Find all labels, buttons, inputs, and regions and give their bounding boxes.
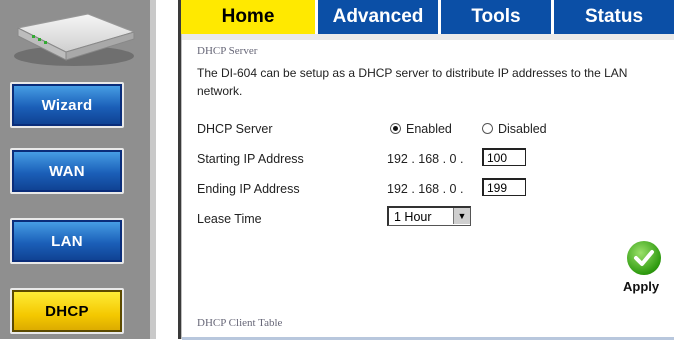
nav-wan-label: WAN xyxy=(49,162,85,180)
left-nav-rail: Wizard WAN LAN DHCP xyxy=(0,0,150,339)
radio-enabled[interactable] xyxy=(390,123,401,135)
router-device-image xyxy=(8,8,138,70)
top-tab-bar: Home Advanced Tools Status xyxy=(181,0,674,34)
nav-dhcp-button[interactable]: DHCP xyxy=(10,288,124,334)
nav-wizard-label: Wizard xyxy=(41,96,93,114)
dhcp-disabled-option[interactable]: Disabled xyxy=(482,122,547,136)
radio-disabled[interactable] xyxy=(482,123,493,135)
dhcp-server-label: DHCP Server xyxy=(197,122,273,136)
starting-ip-input[interactable]: 100 xyxy=(482,148,526,166)
apply-button-label[interactable]: Apply xyxy=(623,279,659,294)
tab-status[interactable]: Status xyxy=(554,0,674,34)
nav-lan-button[interactable]: LAN xyxy=(10,218,124,264)
nav-wizard-button[interactable]: Wizard xyxy=(10,82,124,128)
disabled-label: Disabled xyxy=(498,122,547,136)
nav-dhcp-label: DHCP xyxy=(45,302,89,320)
lease-time-select[interactable]: 1 Hour ▼ xyxy=(387,206,471,226)
section-title: DHCP Server xyxy=(197,45,258,57)
rail-gap xyxy=(156,0,180,339)
ending-ip-prefix: 192 . 168 . 0 . xyxy=(387,182,464,196)
starting-ip-label: Starting IP Address xyxy=(197,152,304,166)
nav-lan-label: LAN xyxy=(51,232,83,250)
tab-home-label: Home xyxy=(221,6,275,27)
tab-tools[interactable]: Tools xyxy=(441,0,551,34)
section-description: The DI-604 can be setup as a DHCP server… xyxy=(197,66,628,98)
lease-time-value: 1 Hour xyxy=(394,210,432,224)
starting-ip-prefix: 192 . 168 . 0 . xyxy=(387,152,464,166)
nav-wan-button[interactable]: WAN xyxy=(10,148,124,194)
panel-top-strip xyxy=(182,34,674,40)
tab-advanced[interactable]: Advanced xyxy=(318,0,438,34)
tab-status-label: Status xyxy=(584,6,644,27)
dhcp-enabled-option[interactable]: Enabled xyxy=(390,122,452,136)
ending-ip-input[interactable]: 199 xyxy=(482,178,526,196)
dhcp-settings-panel: DHCP Server The DI-604 can be setup as a… xyxy=(181,34,674,340)
tab-home[interactable]: Home xyxy=(181,0,315,34)
tab-advanced-label: Advanced xyxy=(332,6,424,27)
apply-check-icon[interactable] xyxy=(627,241,661,275)
lease-time-label: Lease Time xyxy=(197,212,262,226)
dhcp-client-table-title: DHCP Client Table xyxy=(197,317,283,329)
dropdown-arrow-icon[interactable]: ▼ xyxy=(453,208,470,224)
enabled-label: Enabled xyxy=(406,122,452,136)
ending-ip-label: Ending IP Address xyxy=(197,182,300,196)
tab-tools-label: Tools xyxy=(471,6,521,27)
